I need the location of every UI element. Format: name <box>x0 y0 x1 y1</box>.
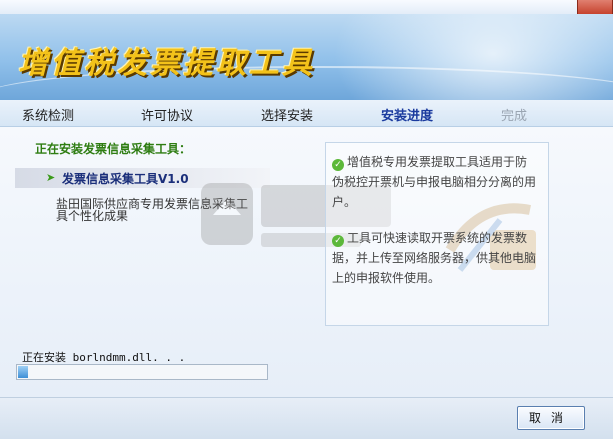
check-icon: ✓ <box>332 159 344 171</box>
install-progress-fill <box>18 366 28 378</box>
info-item-2: ✓ 工具可快速读取开票系统的发票数据，并上传至网络服务器，供其他电脑上的申报软件使… <box>332 228 538 288</box>
step-bar: 系统检测 许可协议 选择安装 安装进度 完成 <box>0 100 613 127</box>
cancel-button[interactable]: 取消 <box>517 406 585 430</box>
install-status-text: 正在安装 borlndmm.dll. . . <box>22 351 186 364</box>
window-top-frame <box>0 0 613 14</box>
component-label: 发票信息采集工具V1.0 <box>62 172 189 186</box>
step-install-progress: 安装进度 <box>381 109 434 124</box>
check-icon: ✓ <box>332 235 344 247</box>
arrow-right-icon: ➤ <box>46 171 56 184</box>
info-item-1-text: 增值税专用发票提取工具适用于防伪税控开票机与申报电脑相分分离的用户。 <box>332 155 537 209</box>
app-title: 增值税发票提取工具 <box>18 46 315 81</box>
step-select-install: 选择安装 <box>261 109 314 124</box>
section-title: 正在安装发票信息采集工具： <box>35 142 192 156</box>
step-complete: 完成 <box>501 109 528 124</box>
step-license: 许可协议 <box>141 109 194 124</box>
install-progress-bar <box>16 364 268 380</box>
info-item-1: ✓ 增值税专用发票提取工具适用于防伪税控开票机与申报电脑相分分离的用户。 <box>332 152 538 212</box>
header-banner: 增值税发票提取工具 <box>0 14 613 100</box>
step-system-check: 系统检测 <box>22 109 75 124</box>
info-item-2-text: 工具可快速读取开票系统的发票数据，并上传至网络服务器，供其他电脑上的申报软件使用… <box>332 231 537 285</box>
